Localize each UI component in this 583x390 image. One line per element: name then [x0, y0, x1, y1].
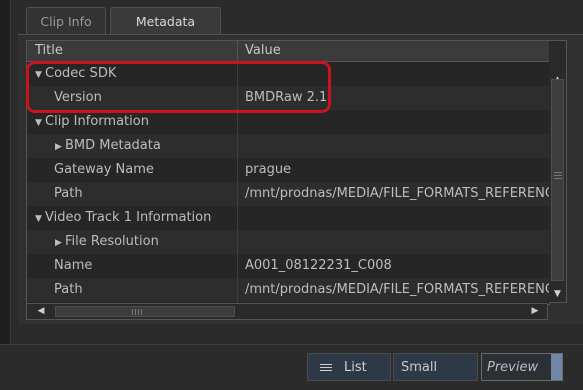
table-row[interactable]: Version BMDRaw 2.1 — [27, 86, 549, 110]
row-title: ▼ Codec SDK — [35, 62, 116, 87]
scroll-right-icon[interactable]: ▶ — [527, 304, 543, 319]
table-row[interactable]: Path/mnt/prodnas/MEDIA/FILE_FORMATS_REFE… — [27, 182, 549, 206]
table-row[interactable]: ▼ Video Track 1 Information — [27, 206, 549, 230]
row-title-text: Name — [54, 258, 93, 273]
row-title-text: File Resolution — [65, 234, 159, 249]
table-row[interactable]: ▼ Clip Information — [27, 110, 549, 134]
triangle-right-icon[interactable]: ▶ — [55, 231, 65, 255]
table-row[interactable]: Name A001_08122231_C008 — [27, 254, 549, 278]
scroll-left-icon[interactable]: ◀ — [33, 304, 49, 319]
column-divider[interactable] — [237, 41, 238, 61]
row-title-text: Video Track 1 Information — [45, 210, 212, 225]
horizontal-scroll-thumb[interactable] — [55, 306, 235, 317]
vertical-scrollbar[interactable]: ▲ ▼ — [549, 40, 567, 303]
list-view-label: List — [344, 360, 367, 375]
horizontal-scrollbar[interactable]: ◀ ▶ — [26, 303, 548, 320]
column-header-value[interactable]: Value — [245, 41, 281, 61]
row-title-text: Path — [54, 186, 83, 201]
small-view-label: Small — [401, 360, 438, 375]
column-divider-body — [237, 61, 238, 304]
triangle-down-icon[interactable]: ▼ — [35, 111, 45, 135]
table-header: Title Value — [27, 41, 549, 62]
divider — [0, 344, 583, 345]
triangle-right-icon[interactable]: ▶ — [55, 135, 65, 159]
row-title-text: Codec SDK — [45, 66, 117, 81]
row-value: /mnt/prodnas/MEDIA/FILE_FORMATS_REFERENC… — [245, 282, 549, 297]
grip-icon — [132, 309, 133, 315]
preview-label: Preview — [487, 360, 539, 375]
list-view-button[interactable]: List — [307, 353, 391, 381]
table-row[interactable]: Gateway Name prague — [27, 158, 549, 182]
row-title: ▼ Video Track 1 Information — [35, 206, 211, 231]
row-title-text: Clip Information — [45, 114, 149, 129]
row-title-text: Path — [54, 282, 83, 297]
table-row[interactable]: ▶ File Resolution — [27, 230, 549, 254]
row-value: prague — [245, 162, 292, 177]
row-title-text: Version — [54, 90, 102, 105]
row-title-text: Gateway Name — [54, 162, 154, 177]
row-title: ▼ Clip Information — [35, 110, 149, 135]
triangle-down-icon[interactable]: ▼ — [35, 207, 45, 231]
preview-accent — [551, 354, 562, 380]
row-title: Path — [54, 182, 83, 206]
row-title: Gateway Name — [54, 158, 154, 182]
row-title: ▶ BMD Metadata — [55, 134, 161, 159]
row-value: BMDRaw 2.1 — [245, 90, 328, 105]
scroll-down-icon[interactable]: ▼ — [549, 285, 566, 303]
small-view-button[interactable]: Small — [393, 353, 478, 381]
list-icon — [320, 364, 332, 365]
vertical-scroll-thumb[interactable] — [551, 79, 564, 281]
triangle-down-icon[interactable]: ▼ — [35, 63, 45, 87]
tab-clip-info[interactable]: Clip Info — [26, 7, 106, 34]
table-row[interactable]: Path/mnt/prodnas/MEDIA/FILE_FORMATS_REFE… — [27, 278, 549, 302]
table-row[interactable]: ▼ Codec SDK — [27, 62, 549, 86]
column-header-title[interactable]: Title — [35, 41, 63, 61]
row-title: Path — [54, 278, 83, 302]
metadata-table: Title Value ▼ Codec SDK Version BMDRaw 2.1 ▼… — [26, 40, 550, 305]
preview-button[interactable]: Preview — [481, 353, 563, 381]
row-title: ▶ File Resolution — [55, 230, 159, 255]
row-value: /mnt/prodnas/MEDIA/FILE_FORMATS_REFERENC… — [245, 186, 549, 201]
row-value: A001_08122231_C008 — [245, 258, 392, 273]
row-title: Name — [54, 254, 92, 278]
tab-metadata[interactable]: Metadata — [110, 7, 221, 36]
grip-icon — [554, 172, 562, 173]
row-title: Version — [54, 86, 102, 110]
table-row[interactable]: ▶ BMD Metadata — [27, 134, 549, 158]
left-panel-edge — [0, 0, 11, 345]
row-title-text: BMD Metadata — [65, 138, 161, 153]
